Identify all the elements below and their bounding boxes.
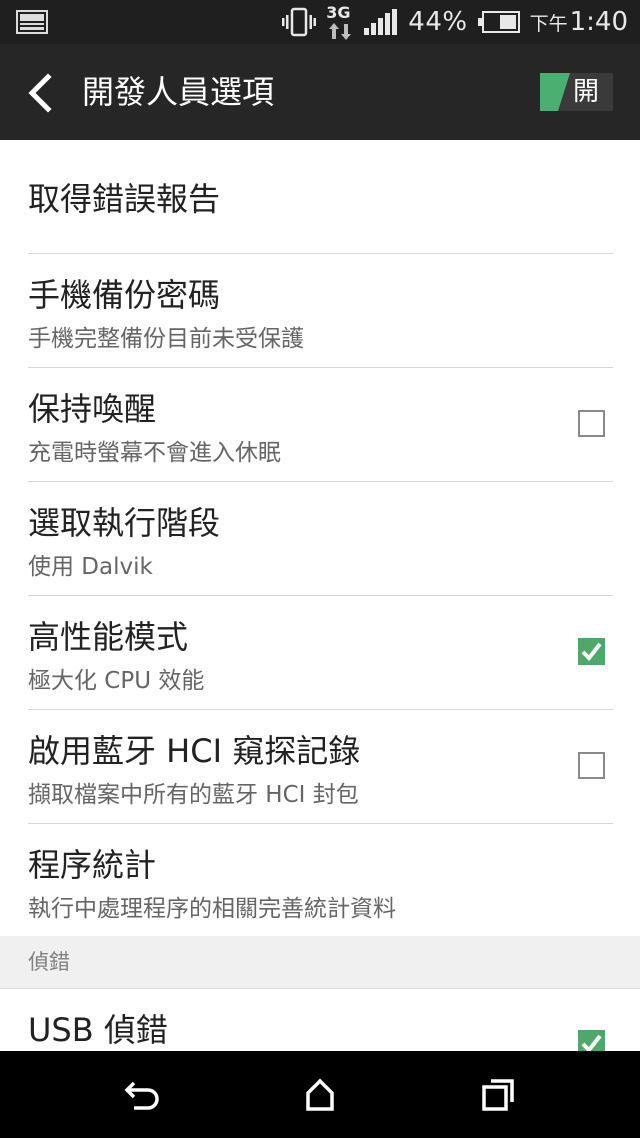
setting-title: 選取執行階段: [28, 504, 221, 542]
battery-percent: 44%: [408, 7, 468, 37]
setting-usb-debugging[interactable]: USB 偵錯: [28, 989, 613, 1051]
gallery-notification-icon: [16, 10, 48, 34]
status-bar: 3G 44% 下午1:40: [0, 0, 640, 44]
checkmark-icon: [581, 1034, 602, 1051]
setting-subtitle: 充電時螢幕不會進入休眠: [28, 440, 281, 466]
battery-icon: [477, 11, 520, 33]
setting-stay-awake[interactable]: 保持喚醒 充電時螢幕不會進入休眠: [28, 368, 613, 482]
back-arrow-icon[interactable]: [24, 73, 56, 113]
app-bar: 開發人員選項 開: [0, 44, 640, 140]
page-title: 開發人員選項: [82, 73, 275, 111]
setting-select-runtime[interactable]: 選取執行階段 使用 Dalvik: [28, 482, 613, 596]
setting-subtitle: 手機完整備份目前未受保護: [28, 326, 304, 352]
settings-list: 取得錯誤報告 手機備份密碼 手機完整備份目前未受保護 保持喚醒 充電時螢幕不會進…: [0, 140, 640, 937]
vibrate-icon: [282, 7, 317, 37]
setting-title: USB 偵錯: [28, 1011, 168, 1049]
status-time: 下午1:40: [529, 7, 628, 37]
high-performance-checkbox[interactable]: [578, 638, 605, 665]
back-nav-icon[interactable]: [122, 1075, 162, 1115]
bluetooth-hci-checkbox[interactable]: [578, 752, 605, 779]
setting-subtitle: 極大化 CPU 效能: [28, 668, 205, 694]
navigation-bar: [0, 1051, 640, 1138]
home-nav-icon[interactable]: [300, 1075, 340, 1115]
toggle-on-indicator: [540, 73, 570, 111]
setting-process-stats[interactable]: 程序統計 執行中處理程序的相關完善統計資料: [28, 824, 613, 937]
setting-take-bug-report[interactable]: 取得錯誤報告: [28, 140, 613, 254]
setting-title: 高性能模式: [28, 618, 189, 656]
setting-backup-password[interactable]: 手機備份密碼 手機完整備份目前未受保護: [28, 254, 613, 368]
signal-icon: [364, 9, 398, 35]
developer-options-toggle[interactable]: 開: [540, 73, 613, 111]
stay-awake-checkbox[interactable]: [578, 410, 605, 437]
setting-subtitle: 擷取檔案中所有的藍牙 HCI 封包: [28, 782, 359, 808]
setting-title: 手機備份密碼: [28, 276, 221, 314]
setting-high-performance-mode[interactable]: 高性能模式 極大化 CPU 效能: [28, 596, 613, 710]
setting-subtitle: 執行中處理程序的相關完善統計資料: [28, 896, 396, 922]
network-3g-icon: 3G: [326, 2, 354, 42]
toggle-label: 開: [573, 77, 600, 107]
recent-apps-nav-icon[interactable]: [478, 1075, 518, 1115]
setting-subtitle: 使用 Dalvik: [28, 554, 153, 580]
section-header-debugging: 偵錯: [0, 936, 640, 989]
usb-debugging-checkbox[interactable]: [578, 1030, 605, 1051]
setting-title: 程序統計: [28, 846, 157, 884]
setting-bluetooth-hci-log[interactable]: 啟用藍牙 HCI 窺探記錄 擷取檔案中所有的藍牙 HCI 封包: [28, 710, 613, 824]
checkmark-icon: [581, 642, 602, 662]
setting-title: 保持喚醒: [28, 390, 157, 428]
setting-title: 啟用藍牙 HCI 窺探記錄: [28, 732, 361, 770]
setting-title: 取得錯誤報告: [28, 180, 221, 218]
